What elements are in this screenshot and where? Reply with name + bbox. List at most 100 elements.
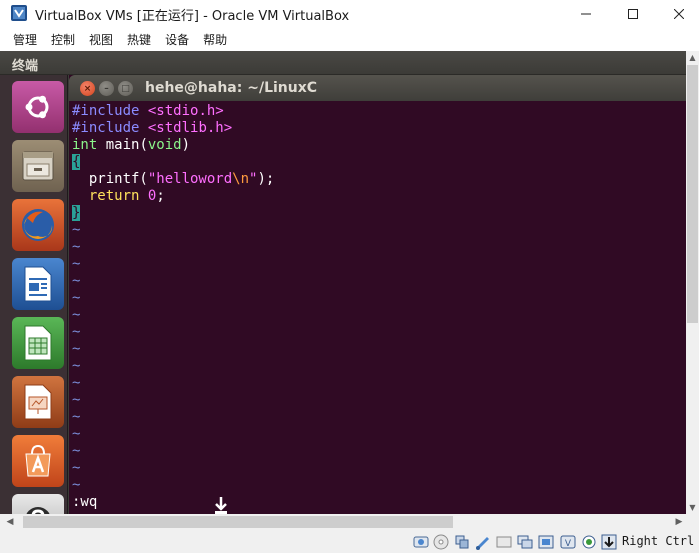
empty-line-marker: ~ [72,324,81,340]
empty-line-marker: ~ [72,375,81,391]
close-icon: × [83,83,92,94]
empty-line-marker: ~ [72,307,81,323]
scroll-up-arrow-icon[interactable]: ▲ [686,51,699,64]
libreoffice-impress-icon [23,384,53,420]
launcher-item-calc[interactable] [12,317,64,369]
files-icon [20,149,56,183]
empty-line-marker: ~ [72,290,81,306]
software-center-icon [22,444,54,478]
recording-icon[interactable] [581,534,597,550]
vertical-scroll-thumb[interactable] [687,65,698,323]
launcher-item-firefox[interactable] [12,199,64,251]
guest-display[interactable]: 终端 × – □ hehe@haha: ~/LinuxC #include <s… [0,51,686,514]
window-title: VirtualBox VMs [正在运行] - Oracle VM Virtua… [35,9,350,24]
firefox-icon [19,206,57,244]
terminal-minimize-button[interactable]: – [99,81,114,96]
empty-line-marker: ~ [72,426,81,442]
scroll-down-arrow-icon[interactable]: ▼ [686,501,699,514]
type-keyword: void [147,137,182,153]
empty-line-marker: ~ [72,409,81,425]
maximize-icon [628,4,638,23]
empty-line-marker: ~ [72,460,81,476]
scroll-right-arrow-icon[interactable]: ▶ [673,516,685,528]
maximize-icon: □ [121,83,130,94]
menu-bar: 管理 控制 视图 热键 设备 帮助 [0,27,699,51]
menu-devices[interactable]: 设备 [158,31,196,48]
type-keyword: int [72,137,98,153]
terminal-close-button[interactable]: × [80,81,95,96]
vim-command-line[interactable]: :wq [72,494,97,511]
window-titlebar[interactable]: VirtualBox VMs [正在运行] - Oracle VM Virtua… [0,0,699,27]
minimize-button[interactable] [563,0,609,27]
status-bar: V Right Ctrl [0,530,699,553]
close-button[interactable] [656,0,699,27]
empty-line-marker: ~ [72,443,81,459]
empty-line-marker: ~ [72,358,81,374]
launcher-item-software-center[interactable] [12,435,64,487]
launcher-item-impress[interactable] [12,376,64,428]
panel-app-title: 终端 [12,59,39,74]
terminal-maximize-button[interactable]: □ [118,81,133,96]
preprocessor: #include [72,103,140,119]
help-icon [23,505,53,514]
code-line-2: #include <stdlib.h> [72,120,232,137]
paren: ) [181,137,191,153]
empty-line-marker: ~ [72,239,81,255]
launcher-item-help[interactable] [12,494,64,514]
maximize-button[interactable] [610,0,656,27]
menu-view[interactable]: 视图 [82,31,120,48]
empty-line-marker: ~ [72,341,81,357]
display-icon[interactable] [496,534,512,550]
empty-line-marker: ~ [72,222,81,238]
libreoffice-calc-icon [23,325,53,361]
host-key-label: Right Ctrl [622,534,695,548]
mouse-cursor-icon [213,497,229,519]
optical-drive-icon[interactable] [433,534,449,550]
launcher-item-writer[interactable] [12,258,64,310]
terminal-titlebar[interactable]: × – □ hehe@haha: ~/LinuxC [69,75,686,101]
matched-brace: } [72,205,81,221]
launcher-item-dash[interactable] [12,81,64,133]
preprocessor: #include [72,120,140,136]
include-path: <stdio.h> [147,103,224,119]
code-line-5: printf("helloword\n"); [72,171,274,188]
vertical-scrollbar[interactable]: ▲ ▼ [686,51,699,514]
string-literal: "helloword [147,171,233,187]
minimize-icon [581,4,591,23]
ubuntu-dash-icon [21,90,55,124]
menu-hotkeys[interactable]: 热键 [120,31,158,48]
terminal-title: hehe@haha: ~/LinuxC [145,80,318,96]
menu-control[interactable]: 控制 [44,31,82,48]
code-line-4: { [72,154,81,171]
menu-help[interactable]: 帮助 [196,31,234,48]
video-capture-icon[interactable]: V [560,534,576,550]
horizontal-scroll-thumb[interactable] [23,516,453,528]
unity-launcher [0,75,68,514]
launcher-item-files[interactable] [12,140,64,192]
scroll-left-arrow-icon[interactable]: ◀ [4,516,16,528]
empty-line-marker: ~ [72,256,81,272]
include-path: <stdlib.h> [147,120,233,136]
terminal-window[interactable]: × – □ hehe@haha: ~/LinuxC #include <stdi… [69,75,686,514]
shared-folder-icon[interactable] [475,534,491,550]
empty-line-marker: ~ [72,477,81,493]
call-end: ); [257,171,275,187]
empty-line-marker: ~ [72,273,81,289]
menu-machine[interactable]: 管理 [6,31,44,48]
libreoffice-writer-icon [23,266,53,302]
code-line-7: } [72,205,81,222]
escape-sequence: \n [232,171,250,187]
horizontal-scrollbar[interactable]: ◀ ▶ [0,514,699,530]
matched-brace: { [72,154,81,170]
mouse-integration-icon[interactable] [601,534,617,550]
usb-icon[interactable] [454,534,470,550]
hard-disk-icon[interactable] [413,534,429,550]
close-icon [673,4,685,23]
empty-line-marker: ~ [72,392,81,408]
call: printf( [72,171,148,187]
semicolon: ; [156,188,165,204]
vim-editor[interactable]: #include <stdio.h> #include <stdlib.h> i… [69,101,686,514]
code-line-1: #include <stdio.h> [72,103,224,120]
network-icon[interactable] [517,534,533,550]
audio-icon[interactable] [538,534,554,550]
